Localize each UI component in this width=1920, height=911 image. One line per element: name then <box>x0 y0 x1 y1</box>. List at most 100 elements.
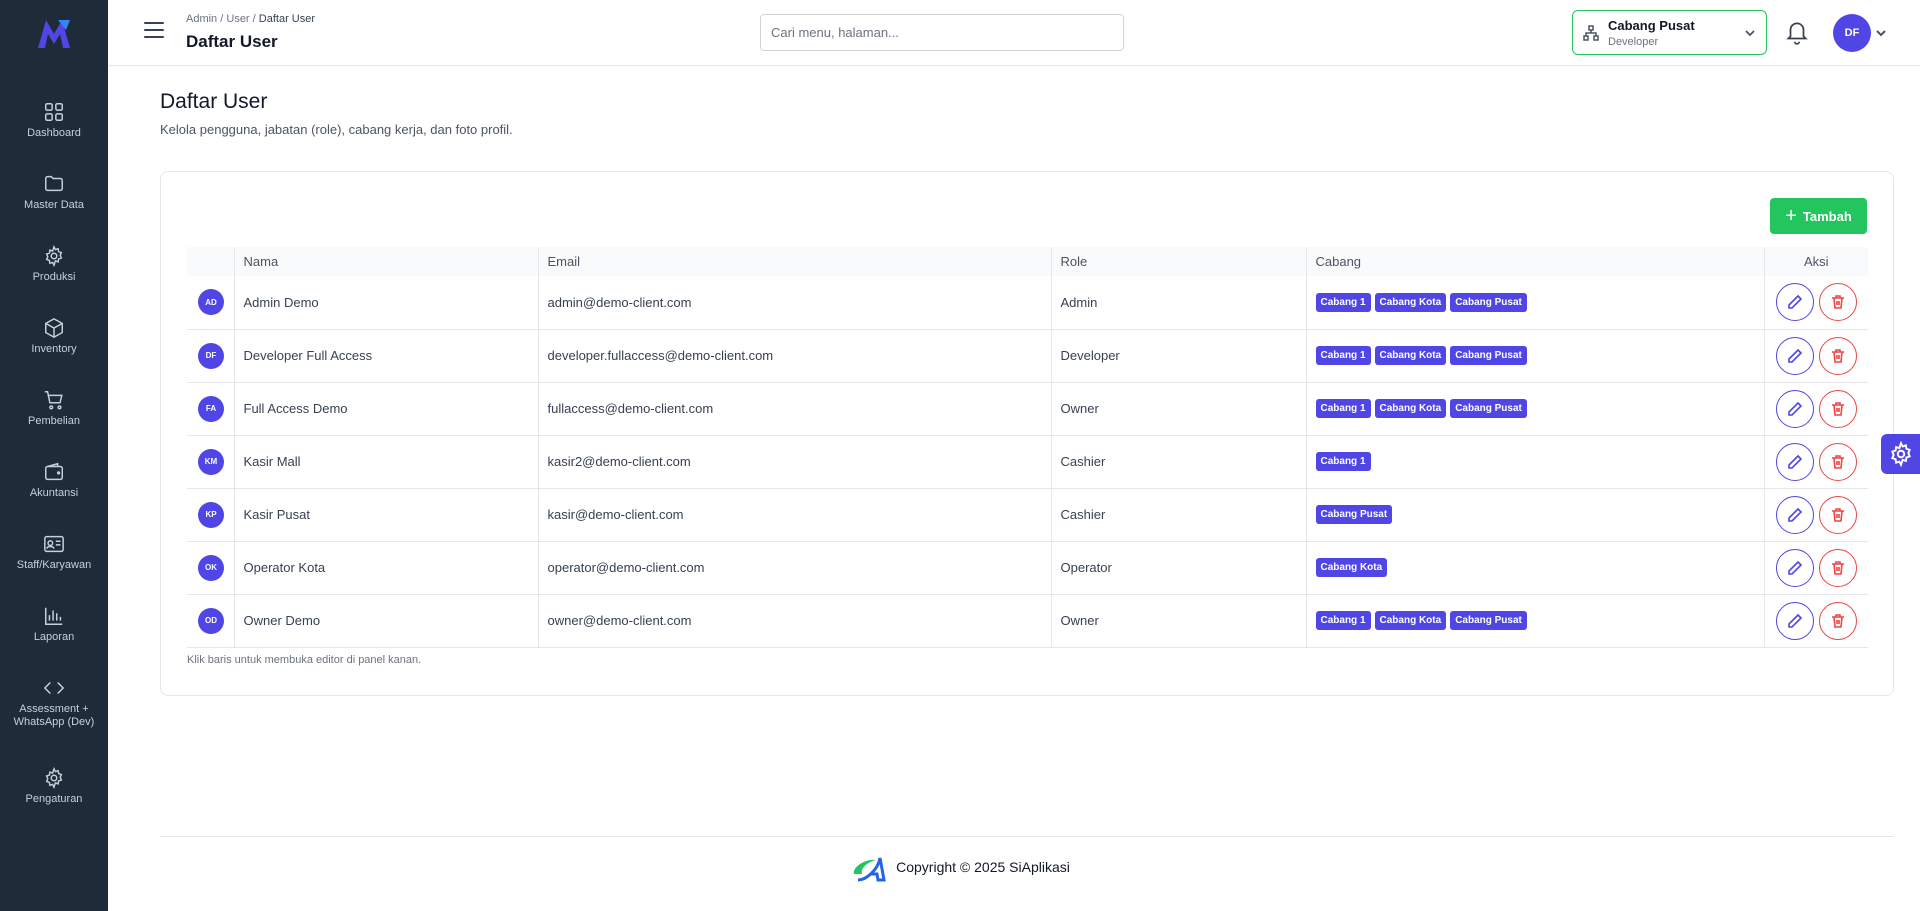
column-header-role[interactable]: Role <box>1050 247 1306 276</box>
pencil-icon <box>1787 295 1802 310</box>
cart-icon <box>44 391 63 410</box>
sidebar-item-laporan[interactable]: Laporan <box>0 605 108 661</box>
user-avatar: OD <box>198 607 224 634</box>
trash-icon <box>1831 348 1844 363</box>
pencil-icon <box>1787 560 1802 575</box>
cell-role: Developer <box>1050 329 1306 382</box>
gear-icon <box>1890 441 1911 467</box>
trash-icon <box>1831 613 1844 628</box>
breadcrumb-item[interactable]: Admin <box>186 13 217 25</box>
app-logo[interactable] <box>36 16 72 50</box>
cell-email: fullaccess@demo-client.com <box>537 382 1051 435</box>
trash-icon <box>1831 507 1844 522</box>
sidebar-item-pengaturan[interactable]: Pengaturan <box>0 767 108 823</box>
delete-button[interactable] <box>1818 548 1857 587</box>
cell-role: Owner <box>1050 594 1306 647</box>
branch-badge: Cabang Pusat <box>1450 611 1527 630</box>
siaplikasi-logo <box>853 857 886 882</box>
branch-badge: Cabang 1 <box>1315 611 1371 630</box>
column-header-email[interactable]: Email <box>537 247 1051 276</box>
table-row[interactable]: DF Developer Full Access developer.fulla… <box>187 329 1868 382</box>
cell-name: Owner Demo <box>233 594 538 647</box>
branch-badge: Cabang Pusat <box>1450 346 1527 365</box>
grid-icon <box>45 103 63 121</box>
user-avatar: KM <box>198 448 224 475</box>
cell-name: Developer Full Access <box>233 329 538 382</box>
branch-badge: Cabang Kota <box>1374 346 1447 365</box>
sidebar-item-inventory[interactable]: Inventory <box>0 317 108 373</box>
sidebar-item-pembelian[interactable]: Pembelian <box>0 389 108 445</box>
edit-button[interactable] <box>1775 442 1814 481</box>
cell-name: Full Access Demo <box>233 382 538 435</box>
table-row[interactable]: OD Owner Demo owner@demo-client.com Owne… <box>187 594 1868 647</box>
add-user-button[interactable]: + Tambah <box>1770 198 1867 234</box>
cell-branches: Cabang 1 Cabang Kota Cabang Pusat <box>1305 594 1764 647</box>
cell-avatar: KM <box>187 435 234 488</box>
cell-avatar: OK <box>187 541 234 594</box>
delete-button[interactable] <box>1818 442 1857 481</box>
table-hint: Klik baris untuk membuka editor di panel… <box>187 654 422 666</box>
sidebar-item-produksi[interactable]: Produksi <box>0 245 108 301</box>
user-avatar: KP <box>198 501 224 528</box>
edit-button[interactable] <box>1775 601 1814 640</box>
pencil-icon <box>1787 454 1802 469</box>
breadcrumb-separator: / <box>220 13 224 25</box>
user-avatar[interactable]: DF <box>1833 14 1871 52</box>
sidebar-item-label: Pengaturan <box>25 793 83 805</box>
branch-badge: Cabang 1 <box>1315 452 1371 471</box>
column-header-name[interactable]: Nama <box>233 247 538 276</box>
sidebar-item-akuntansi[interactable]: Akuntansi <box>0 461 108 517</box>
cell-avatar: AD <box>187 276 234 329</box>
sidebar-item-label: Laporan <box>33 631 75 643</box>
cell-avatar: KP <box>187 488 234 541</box>
delete-button[interactable] <box>1818 389 1857 428</box>
sidebar-item-staff-karyawan[interactable]: Staff/Karyawan <box>0 533 108 589</box>
delete-button[interactable] <box>1818 495 1857 534</box>
cell-name: Kasir Mall <box>233 435 538 488</box>
edit-button[interactable] <box>1775 283 1814 322</box>
sidebar-item-dashboard[interactable]: Dashboard <box>0 101 108 157</box>
sidebar-item-label: Dashboard <box>27 127 81 139</box>
edit-button[interactable] <box>1775 336 1814 375</box>
plus-icon: + <box>1785 205 1797 227</box>
sidebar-item-master-data[interactable]: Master Data <box>0 173 108 229</box>
branch-selector[interactable]: Cabang Pusat Developer <box>1572 10 1767 55</box>
pencil-icon <box>1787 507 1802 522</box>
breadcrumb-current: Daftar User <box>258 13 316 25</box>
table-row[interactable]: OK Operator Kota operator@demo-client.co… <box>187 541 1868 594</box>
sidebar-item-label: Staff/Karyawan <box>16 559 92 571</box>
chevron-down-icon[interactable] <box>1876 28 1886 38</box>
search-input[interactable] <box>760 14 1124 51</box>
branch-badge: Cabang Pusat <box>1315 505 1393 524</box>
cell-branches: Cabang 1 <box>1305 435 1764 488</box>
sidebar-item-label: Pembelian <box>28 415 80 427</box>
bell-icon[interactable] <box>1784 19 1810 45</box>
cell-email: operator@demo-client.com <box>537 541 1051 594</box>
sidebar-item-label: Inventory <box>31 343 77 355</box>
user-avatar: DF <box>198 342 224 369</box>
edit-button[interactable] <box>1775 548 1814 587</box>
table-row[interactable]: AD Admin Demo admin@demo-client.com Admi… <box>187 276 1868 329</box>
table-row[interactable]: KP Kasir Pusat kasir@demo-client.com Cas… <box>187 488 1868 541</box>
sitemap-icon <box>1583 25 1599 41</box>
branch-badge: Cabang Kota <box>1374 399 1447 418</box>
menu-toggle-icon[interactable] <box>144 22 164 42</box>
delete-button[interactable] <box>1818 283 1857 322</box>
cell-branches: Cabang 1 Cabang Kota Cabang Pusat <box>1305 382 1764 435</box>
delete-button[interactable] <box>1818 336 1857 375</box>
column-header-branch[interactable]: Cabang <box>1305 247 1764 276</box>
breadcrumb-separator: / <box>252 13 256 25</box>
table-row[interactable]: KM Kasir Mall kasir2@demo-client.com Cas… <box>187 435 1868 488</box>
edit-button[interactable] <box>1775 389 1814 428</box>
table-row[interactable]: FA Full Access Demo fullaccess@demo-clie… <box>187 382 1868 435</box>
theme-settings-button[interactable] <box>1881 434 1920 474</box>
pencil-icon <box>1787 348 1802 363</box>
edit-button[interactable] <box>1775 495 1814 534</box>
trash-icon <box>1831 560 1844 575</box>
cell-role: Cashier <box>1050 488 1306 541</box>
delete-button[interactable] <box>1818 601 1857 640</box>
sidebar-item-assessment-whatsapp[interactable]: Assessment + WhatsApp (Dev) <box>0 677 108 747</box>
branch-role: Developer <box>1608 36 1659 48</box>
cell-actions <box>1763 541 1868 594</box>
breadcrumb-item[interactable]: User <box>226 13 249 25</box>
